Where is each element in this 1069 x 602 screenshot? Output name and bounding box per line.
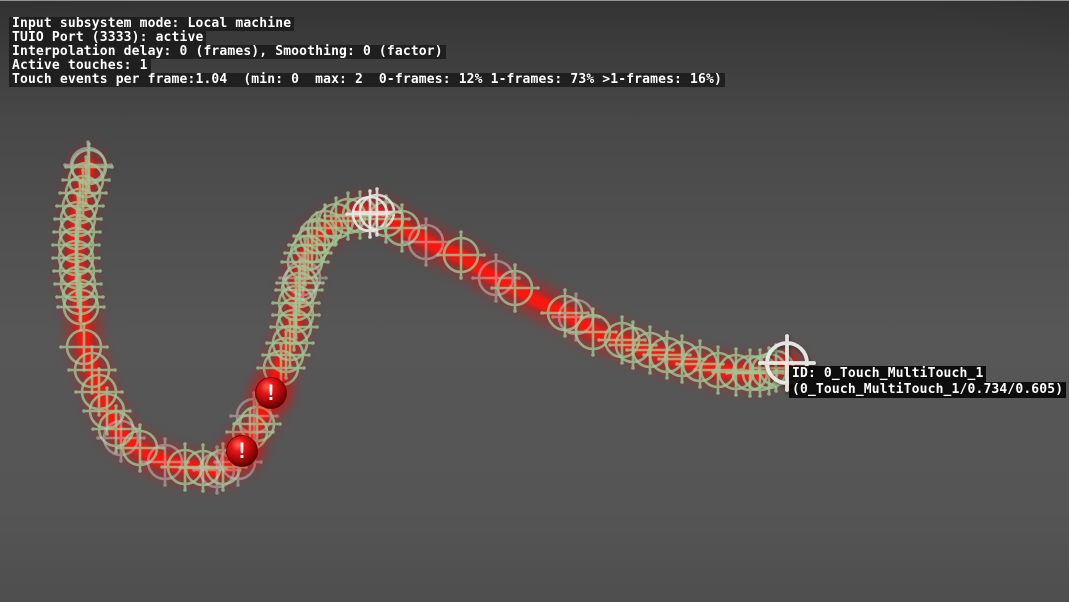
- hud-input-mode: Input subsystem mode: Local machine: [9, 17, 294, 31]
- debug-hud: Input subsystem mode: Local machine TUIO…: [9, 17, 725, 87]
- touch-input-surface[interactable]: !!: [0, 0, 1069, 602]
- hud-tuio-port: TUIO Port (3333): active: [9, 31, 206, 45]
- touch-id-label: ID: 0_Touch_MultiTouch_1 (0_Touch_MultiT…: [789, 366, 1066, 398]
- hud-events-per-frame: Touch events per frame:1.04 (min: 0 max:…: [9, 73, 725, 87]
- touch-coords-line: (0_Touch_MultiTouch_1/0.734/0.605): [789, 382, 1066, 398]
- hud-interpolation: Interpolation delay: 0 (frames), Smoothi…: [9, 45, 446, 59]
- alert-exclamation-icon: !: [236, 439, 249, 463]
- touch-trail-glow: [76, 166, 787, 470]
- hud-active-touches: Active touches: 1: [9, 59, 151, 73]
- alert-exclamation-icon: !: [265, 381, 278, 405]
- touch-trail: [76, 166, 787, 470]
- touch-id-line: ID: 0_Touch_MultiTouch_1: [789, 366, 986, 382]
- touch-alert-marker: !: [252, 374, 290, 412]
- touch-alert-marker: !: [223, 432, 261, 470]
